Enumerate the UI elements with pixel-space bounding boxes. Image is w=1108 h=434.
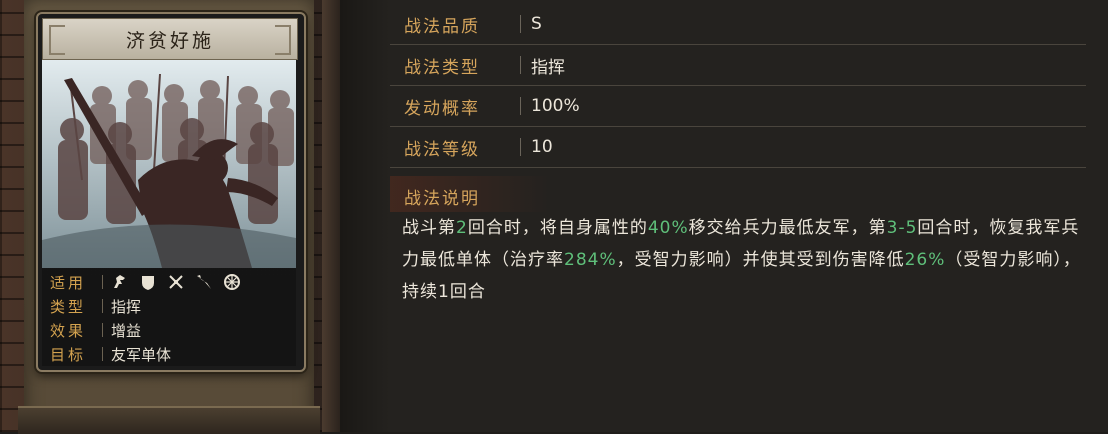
tactic-card[interactable]: 济贫好施 适用 类型 指挥 效果 增益 目标 友军单体	[36, 12, 306, 372]
stat-row-effect: 效果 增益	[50, 318, 141, 342]
attr-value: 10	[531, 137, 553, 157]
stat-divider	[102, 347, 103, 361]
shield-icon	[139, 273, 157, 291]
description-title: 战法说明	[404, 189, 480, 209]
description-segment: ，受智力影响）并使其受到伤害降低	[616, 250, 905, 270]
attr-label: 战法等级	[404, 139, 480, 160]
attr-row-level: 战法等级 10	[390, 127, 1086, 168]
attr-label: 战法品质	[404, 16, 480, 37]
card-artwork	[42, 60, 296, 268]
attr-divider	[520, 56, 521, 74]
panel-shadow	[340, 0, 390, 432]
stat-row-target: 目标 友军单体	[50, 342, 171, 366]
attr-value: S	[531, 14, 542, 34]
stat-value: 友军单体	[111, 345, 172, 364]
description-text: 战斗第2回合时，将自身属性的40%移交给兵力最低友军，第3-5回合时，恢复我军兵…	[402, 212, 1088, 308]
attr-row-quality: 战法品质 S	[390, 4, 1086, 45]
attr-divider	[520, 138, 521, 156]
description-highlight-value: 40%	[647, 218, 689, 238]
stat-label: 目标	[50, 345, 87, 364]
troop-type-icons	[111, 273, 241, 291]
attr-divider	[520, 97, 521, 115]
stat-label: 类型	[50, 297, 87, 316]
description-segment: 移交给兵力最低友军，第	[688, 218, 887, 238]
stat-value: 增益	[111, 321, 142, 340]
card-stats: 适用 类型 指挥 效果 增益 目标 友军单体	[42, 268, 296, 366]
stat-label: 适用	[50, 273, 87, 292]
stat-label: 效果	[50, 321, 87, 340]
cavalry-icon	[111, 273, 129, 291]
wall-edge	[322, 0, 340, 432]
attr-divider	[520, 15, 521, 33]
wheel-icon	[223, 273, 241, 291]
card-title-bar: 济贫好施	[42, 18, 298, 60]
spear-icon	[195, 273, 213, 291]
attr-value: 指挥	[531, 57, 565, 78]
description-segment: 战斗第	[402, 218, 456, 238]
attr-value: 100%	[531, 96, 580, 116]
description-highlight-value: 2	[456, 218, 468, 238]
description-highlight-value: 284%	[564, 250, 617, 270]
attr-label: 发动概率	[404, 98, 480, 119]
description-highlight-value: 3-5	[886, 218, 918, 238]
stat-divider	[102, 323, 103, 337]
crossed-weapons-icon	[167, 273, 185, 291]
stat-divider	[102, 299, 103, 313]
description-highlight-value: 26%	[904, 250, 946, 270]
scroll-rod	[18, 406, 320, 434]
stat-row-applicable: 适用	[50, 270, 241, 294]
stat-divider	[102, 275, 103, 289]
tactic-info-panel: 战法品质 S 战法类型 指挥 发动概率 100% 战法等级 10 战法说明 战斗…	[390, 0, 1108, 432]
card-title: 济贫好施	[125, 29, 214, 52]
stat-row-type: 类型 指挥	[50, 294, 141, 318]
attr-row-type: 战法类型 指挥	[390, 45, 1086, 86]
attr-row-probability: 发动概率 100%	[390, 86, 1086, 127]
attr-label: 战法类型	[404, 57, 480, 78]
stat-value: 指挥	[111, 297, 142, 316]
description-segment: 回合时，将自身属性的	[467, 218, 648, 238]
warrior-silhouette-illustration	[42, 60, 296, 268]
